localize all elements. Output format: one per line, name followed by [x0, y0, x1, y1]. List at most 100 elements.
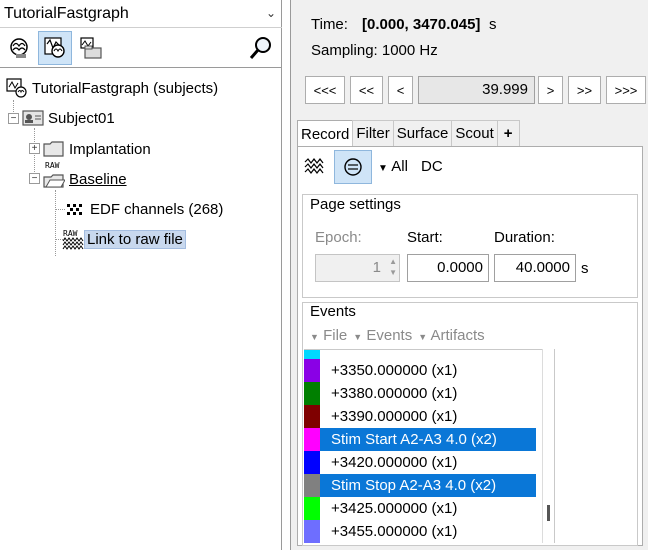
- event-color-swatch: [304, 428, 320, 451]
- event-item[interactable]: +3390.000000 (x1): [304, 405, 536, 428]
- event-color-swatch: [304, 474, 320, 497]
- event-label: +3390.000000 (x1): [331, 408, 458, 425]
- event-color-swatch: [304, 451, 320, 474]
- start-label: Start:: [407, 229, 443, 246]
- chevron-down-icon: ⌄: [265, 6, 276, 20]
- menu-artifacts[interactable]: ▼ Artifacts: [418, 327, 484, 344]
- start-time-input[interactable]: 0.0000: [407, 254, 489, 282]
- events-list[interactable]: +3350.000000 (x1) +3380.000000 (x1) +3390.…: [304, 349, 542, 543]
- scrollbar-thumb[interactable]: [547, 505, 550, 521]
- nav-first-button[interactable]: <<<: [305, 76, 345, 104]
- view-studies-button[interactable]: [74, 31, 108, 65]
- event-color-swatch: [304, 382, 320, 405]
- tree-label-implantation: Implantation: [69, 140, 151, 158]
- svg-text:RAW: RAW: [63, 229, 78, 238]
- menu-file[interactable]: ▼ File: [310, 327, 347, 344]
- nav-fast-back-button[interactable]: <<: [350, 76, 383, 104]
- record-panel: Time: [0.000, 3470.045] s Sampling: 1000…: [290, 0, 648, 550]
- tree-node-link-raw[interactable]: RAW Link to raw file: [62, 227, 186, 251]
- tree-label-channels: EDF channels (268): [90, 200, 224, 218]
- event-label: Stim Stop A2-A3 4.0 (x2): [331, 477, 497, 494]
- duration-label: Duration:: [494, 229, 555, 246]
- tab-filter[interactable]: Filter: [352, 120, 394, 146]
- tree-label-protocol: TutorialFastgraph (subjects): [32, 79, 219, 97]
- menu-events[interactable]: ▼ Events: [353, 327, 412, 344]
- event-item[interactable]: +3455.000000 (x1): [304, 520, 536, 543]
- nav-back-button[interactable]: <: [388, 76, 413, 104]
- spinner-arrows-icon: ▲ ▼: [389, 257, 397, 277]
- raw-tag: RAW: [45, 161, 60, 170]
- nav-forward-button[interactable]: >: [538, 76, 563, 104]
- tree-label-link-raw: Link to raw file: [84, 229, 186, 249]
- event-item[interactable]: Stim Start A2-A3 4.0 (x2): [304, 428, 536, 451]
- subjects-database-icon: [6, 78, 28, 98]
- events-menu-bar: ▼ File ▼ Events ▼ Artifacts: [304, 322, 634, 348]
- protocol-selector[interactable]: TutorialFastgraph ⌄: [0, 0, 282, 28]
- search-button[interactable]: [244, 31, 278, 65]
- current-time-field[interactable]: 39.999: [418, 76, 535, 104]
- event-item[interactable]: Stim Stop A2-A3 4.0 (x2): [304, 474, 536, 497]
- view-functional-button[interactable]: [38, 31, 72, 65]
- panel-tabs: Record Filter Surface Scout +: [297, 120, 520, 147]
- study-folder-icon: [80, 37, 102, 59]
- database-tree: TutorialFastgraph (subjects) − Subject01…: [0, 68, 281, 550]
- protocol-name: TutorialFastgraph: [4, 5, 129, 22]
- tab-record[interactable]: Record: [297, 120, 354, 147]
- epoch-value: 1: [372, 259, 381, 276]
- event-item[interactable]: +3420.000000 (x1): [304, 451, 536, 474]
- database-explorer-panel: TutorialFastgraph ⌄ TutorialFastgraph (s…: [0, 0, 282, 550]
- tab-surface[interactable]: Surface: [392, 120, 453, 146]
- event-label: +3425.000000 (x1): [331, 500, 458, 517]
- time-unit: s: [489, 16, 497, 33]
- page-settings-title: Page settings: [310, 196, 401, 213]
- event-color-swatch: [304, 497, 320, 520]
- functional-data-icon: [44, 37, 65, 58]
- nav-last-button[interactable]: >>>: [606, 76, 646, 104]
- tab-scout[interactable]: Scout: [451, 120, 498, 146]
- events-title: Events: [310, 303, 356, 320]
- dropdown-arrow-icon: ▼: [378, 163, 388, 174]
- event-label: +3420.000000 (x1): [331, 454, 458, 471]
- tree-node-channels[interactable]: EDF channels (268): [64, 197, 223, 221]
- record-tab-content: ▼ All DC Page settings Epoch: Start: Dur…: [297, 146, 643, 546]
- raw-data-icon: RAW: [62, 229, 84, 250]
- tree-label-baseline: Baseline: [69, 170, 127, 188]
- nav-fast-forward-button[interactable]: >>: [568, 76, 601, 104]
- events-list-scrollbar[interactable]: [542, 349, 554, 543]
- subject-icon: [22, 108, 44, 128]
- implantation-expand-toggle[interactable]: +: [29, 143, 40, 154]
- tree-node-implantation[interactable]: Implantation: [43, 137, 151, 161]
- event-item[interactable]: +3380.000000 (x1): [304, 382, 536, 405]
- event-color-swatch: [304, 359, 320, 382]
- record-toolbar: ▼ All DC: [298, 147, 642, 187]
- tree-label-subject: Subject01: [48, 109, 115, 127]
- event-label: +3455.000000 (x1): [331, 523, 458, 540]
- channel-file-icon: [64, 199, 86, 219]
- event-color-swatch: [304, 405, 320, 428]
- event-label: +3380.000000 (x1): [331, 385, 458, 402]
- tab-add[interactable]: +: [496, 120, 520, 146]
- tree-node-baseline[interactable]: RAW Baseline: [43, 162, 127, 191]
- montage-selector[interactable]: ▼ All: [378, 158, 408, 175]
- event-item[interactable]: [304, 350, 536, 359]
- dc-offset-button[interactable]: DC: [421, 158, 443, 175]
- baseline-collapse-toggle[interactable]: −: [29, 173, 40, 184]
- butterfly-view-button[interactable]: [304, 157, 326, 181]
- column-view-button[interactable]: [334, 150, 372, 184]
- event-label: Stim Start A2-A3 4.0 (x2): [331, 431, 497, 448]
- montage-label: All: [391, 158, 408, 175]
- column-view-icon: [344, 158, 362, 176]
- tree-node-protocol[interactable]: TutorialFastgraph (subjects): [6, 76, 218, 100]
- sampling-rate: Sampling: 1000 Hz: [311, 42, 438, 59]
- tree-node-subject[interactable]: Subject01: [22, 106, 115, 130]
- epoch-label: Epoch:: [315, 229, 362, 246]
- time-range: [0.000, 3470.045]: [362, 16, 481, 33]
- waves-icon: [304, 158, 324, 174]
- event-item[interactable]: +3425.000000 (x1): [304, 497, 536, 520]
- duration-input[interactable]: 40.0000: [494, 254, 576, 282]
- epoch-spinner: 1 ▲ ▼: [315, 254, 400, 282]
- event-occurrences-list[interactable]: [554, 349, 634, 543]
- subject-collapse-toggle[interactable]: −: [8, 113, 19, 124]
- event-item[interactable]: +3350.000000 (x1): [304, 359, 536, 382]
- view-anatomy-button[interactable]: [2, 31, 36, 65]
